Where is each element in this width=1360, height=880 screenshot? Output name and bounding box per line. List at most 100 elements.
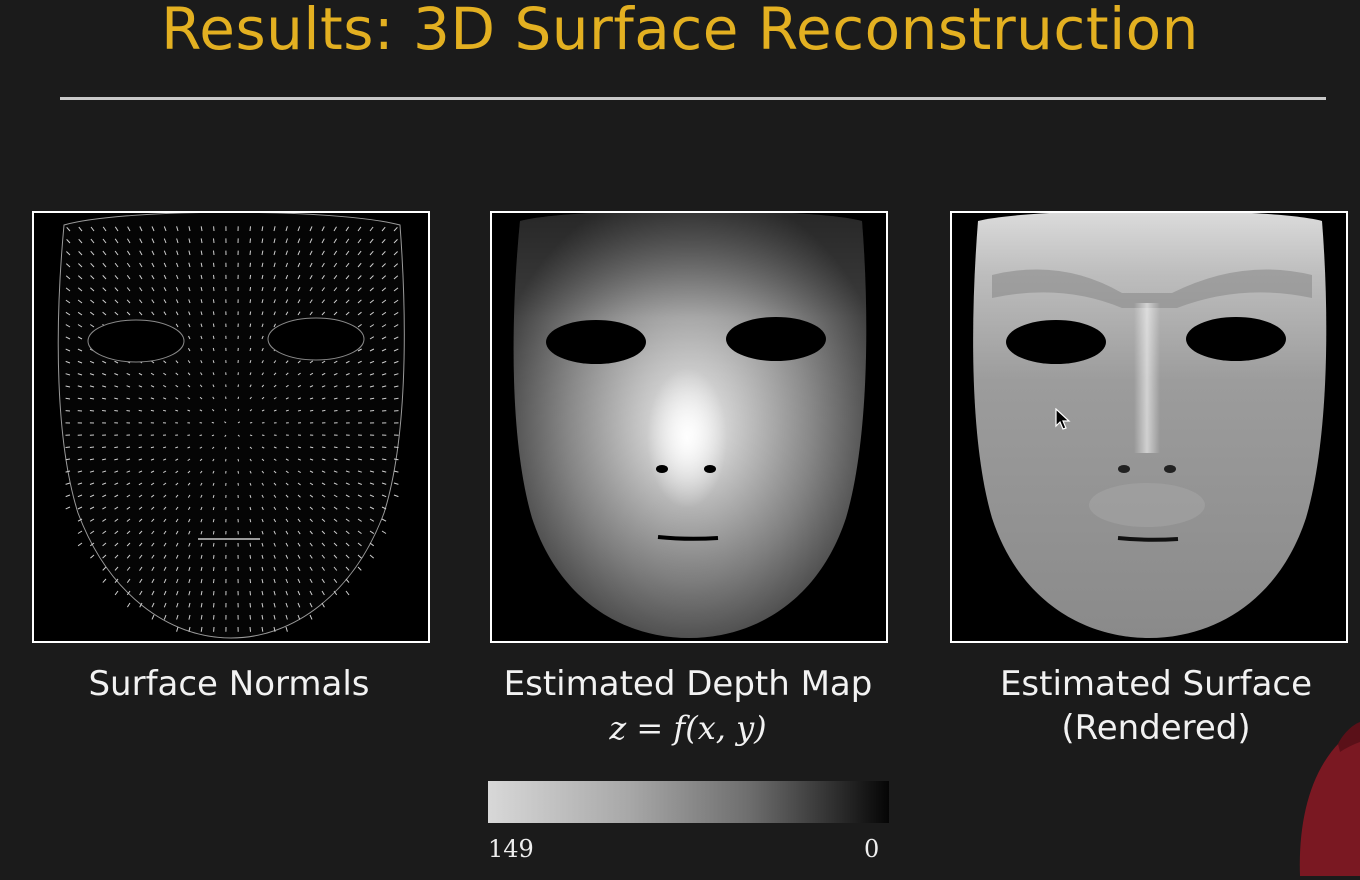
normal-needle (213, 507, 214, 510)
normal-needle (238, 459, 239, 461)
normal-needle (90, 555, 94, 558)
normal-needle (78, 531, 82, 534)
normal-needle (213, 348, 214, 351)
mouse-pointer-icon (1055, 408, 1071, 436)
normal-needle (370, 543, 374, 546)
normal-needle (250, 555, 251, 559)
normal-needle (214, 591, 215, 595)
normal-needle (177, 627, 178, 632)
normal-needle (250, 603, 251, 607)
depth-formula: z = f(x, y) (478, 708, 898, 748)
normal-needle (114, 411, 118, 412)
normal-needle (214, 251, 215, 255)
normal-needle (214, 579, 215, 583)
normal-needle (238, 397, 239, 399)
rendered-surface-image (950, 211, 1348, 643)
normal-needle (213, 324, 214, 327)
normal-needle (139, 447, 142, 448)
caption-surface-normals: Surface Normals (32, 662, 426, 706)
normal-needle (214, 603, 215, 607)
normal-needle (382, 531, 386, 534)
normal-needle (346, 447, 350, 448)
normal-needle (78, 447, 82, 448)
normal-needle (358, 567, 361, 570)
normal-needle (394, 471, 398, 472)
normal-needle (103, 579, 106, 583)
caption-rendered-surface-line1: Estimated Surface (950, 662, 1360, 706)
normal-needle (66, 398, 70, 399)
normal-needle (250, 519, 251, 522)
normal-needle (250, 531, 251, 534)
normal-needle (225, 409, 226, 411)
caption-depth-map: Estimated Depth Map (478, 662, 898, 706)
normal-needle (90, 447, 94, 448)
normal-needle (214, 275, 215, 279)
normal-needle (163, 410, 166, 411)
normal-needle (114, 447, 118, 448)
normal-needle (394, 447, 399, 448)
normal-needle (262, 435, 264, 436)
depth-map-image (490, 211, 888, 643)
normal-needle (382, 519, 386, 521)
normal-needle (213, 299, 214, 303)
normal-needle (102, 411, 106, 412)
normal-needle (238, 385, 239, 388)
normal-needle (78, 543, 82, 546)
normal-needle (127, 411, 131, 412)
normal-needle (214, 263, 215, 267)
normal-needle (214, 238, 215, 243)
depth-colorbar (488, 781, 889, 823)
normal-needle (250, 312, 251, 316)
normal-needle (250, 615, 251, 620)
normal-needle (250, 423, 252, 424)
normal-needle (322, 410, 325, 411)
normal-needle (213, 543, 214, 547)
normal-needle (250, 226, 251, 231)
normal-needle (200, 435, 202, 436)
normal-needle (250, 567, 251, 571)
title-divider (60, 97, 1326, 100)
normal-needle (310, 615, 312, 619)
normal-needle (250, 251, 251, 255)
normal-needle (238, 471, 239, 474)
normal-needle (250, 263, 251, 267)
normal-needle (213, 531, 214, 534)
normal-needle (322, 447, 325, 448)
normal-needle (66, 507, 70, 509)
normal-needle (346, 411, 350, 412)
normal-needle (66, 495, 70, 497)
normal-needle (214, 615, 215, 620)
normal-needle (358, 411, 362, 412)
surface-normals-image (32, 211, 430, 643)
normal-needle (298, 410, 301, 411)
normal-needle (127, 603, 130, 607)
normal-needle (152, 615, 154, 619)
normal-needle (250, 579, 251, 583)
normal-needle (346, 579, 349, 583)
normal-needle (214, 567, 215, 571)
normal-needle (358, 447, 362, 448)
normal-needle (214, 555, 215, 559)
normal-needle (139, 410, 142, 411)
normal-needle (250, 543, 251, 547)
normal-needle (213, 519, 214, 522)
normal-needle (250, 627, 251, 632)
normal-needle (90, 411, 94, 412)
normal-needle (322, 603, 324, 607)
normal-needle (334, 411, 338, 412)
normal-needle (370, 555, 374, 558)
normal-needle (151, 447, 154, 448)
normal-needle (394, 398, 399, 399)
normal-needle (214, 287, 215, 291)
normal-needle (334, 447, 338, 448)
normal-needle (310, 447, 313, 448)
normal-needle (102, 447, 106, 448)
normal-needle (250, 238, 251, 243)
slide-title: Results: 3D Surface Reconstruction (0, 0, 1360, 64)
normal-needle (127, 447, 131, 448)
colorbar-min-label: 0 (864, 834, 879, 864)
normal-needle (394, 495, 398, 497)
normal-needle (250, 336, 251, 339)
colorbar-max-label: 149 (488, 834, 534, 864)
normal-needle (103, 567, 106, 570)
